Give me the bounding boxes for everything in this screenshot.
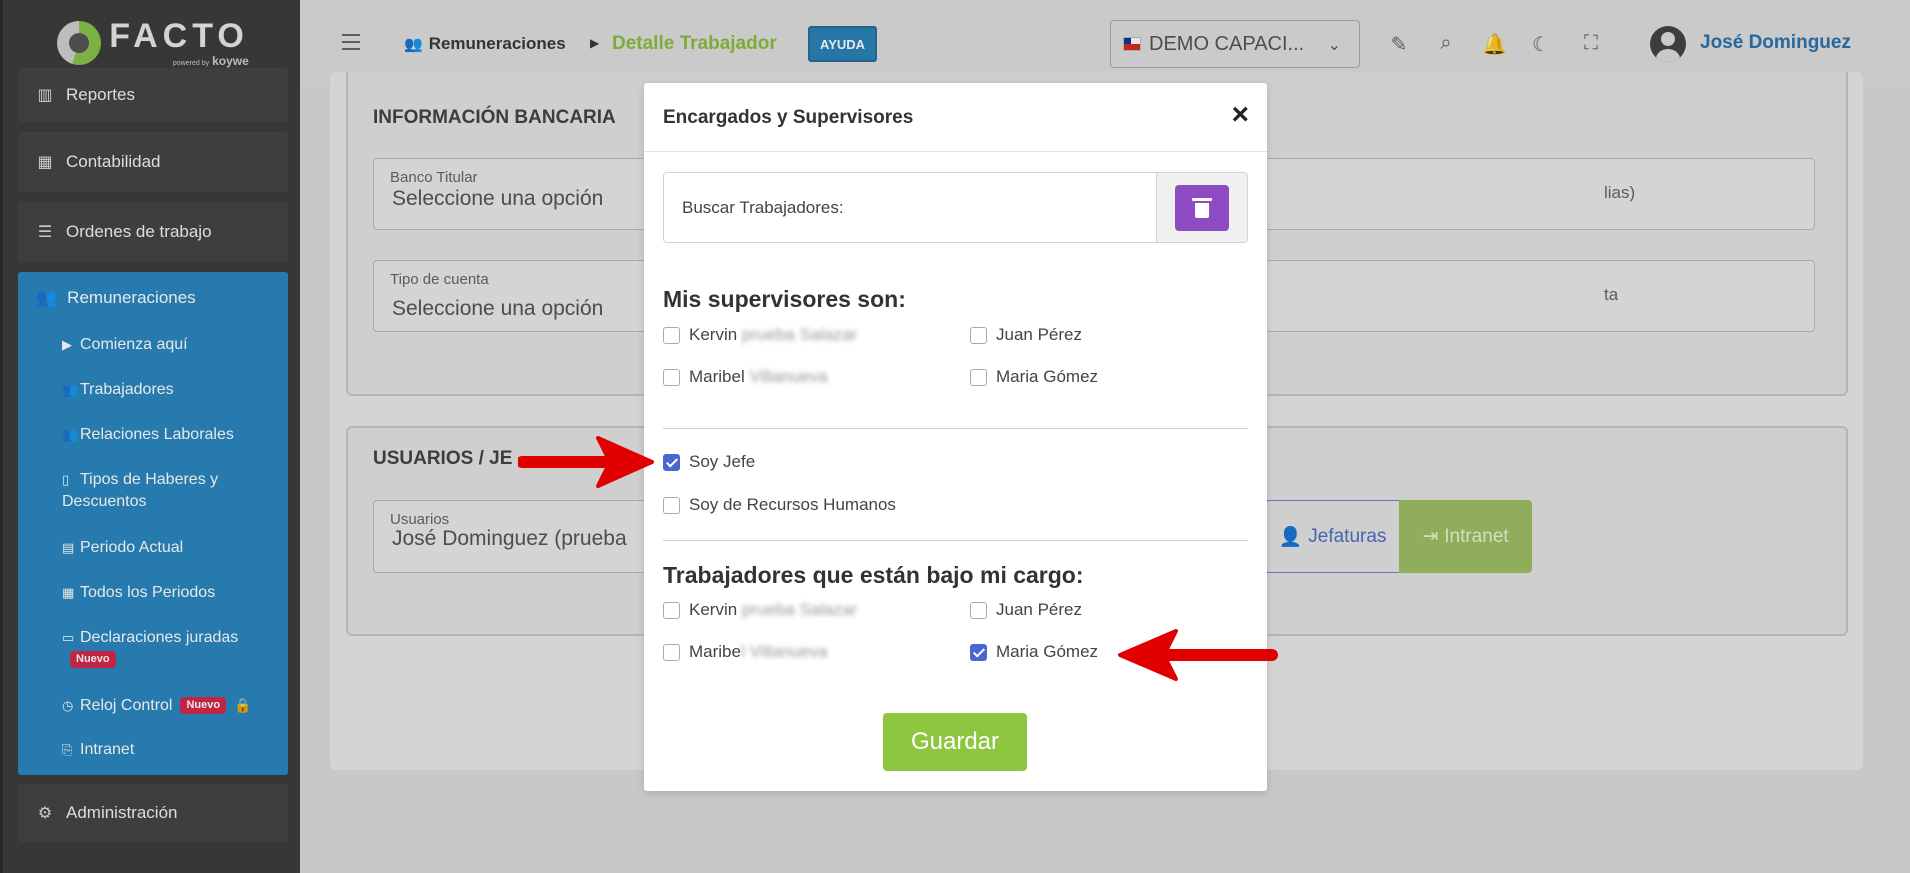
divider bbox=[663, 428, 1248, 429]
close-icon[interactable]: × bbox=[1231, 100, 1249, 130]
checkbox[interactable] bbox=[663, 368, 680, 386]
role-boss-option[interactable]: Soy Jefe bbox=[663, 452, 755, 472]
clear-search-button[interactable] bbox=[1175, 185, 1229, 231]
role-hr-option[interactable]: Soy de Recursos Humanos bbox=[663, 495, 896, 515]
divider bbox=[663, 540, 1248, 541]
checkbox[interactable] bbox=[970, 601, 987, 619]
supervisor-option[interactable]: Kervin prueba Salazar bbox=[663, 325, 857, 345]
annotation-arrow-left bbox=[1118, 629, 1278, 681]
checkbox[interactable] bbox=[970, 326, 987, 344]
subordinate-option[interactable]: Kervin prueba Salazar bbox=[663, 600, 857, 620]
checkbox[interactable] bbox=[663, 601, 680, 619]
subordinate-option[interactable]: Maribe l Villanueva bbox=[663, 642, 828, 662]
checkbox[interactable] bbox=[970, 368, 987, 386]
search-workers-input[interactable]: Buscar Trabajadores: bbox=[682, 198, 844, 218]
save-button[interactable]: Guardar bbox=[883, 713, 1027, 771]
supervisor-option[interactable]: Maribel Villanueva bbox=[663, 367, 828, 387]
annotation-arrow-right bbox=[518, 436, 654, 488]
checkbox[interactable] bbox=[663, 326, 680, 344]
supervisor-option[interactable]: Maria Gómez bbox=[970, 367, 1098, 387]
trash-icon bbox=[1192, 198, 1212, 218]
supervisors-heading: Mis supervisores son: bbox=[663, 286, 906, 312]
checkbox[interactable] bbox=[663, 643, 680, 661]
subordinates-heading: Trabajadores que están bajo mi cargo: bbox=[663, 562, 1084, 588]
search-workers-group: Buscar Trabajadores: bbox=[663, 172, 1248, 243]
modal-title: Encargados y Supervisores bbox=[663, 107, 914, 128]
checkbox[interactable] bbox=[663, 453, 680, 471]
supervisor-option[interactable]: Juan Pérez bbox=[970, 325, 1082, 345]
modal-header: Encargados y Supervisores × bbox=[644, 83, 1267, 152]
checkbox[interactable] bbox=[970, 643, 987, 661]
subordinate-option[interactable]: Maria Gómez bbox=[970, 642, 1098, 662]
subordinate-option[interactable]: Juan Pérez bbox=[970, 600, 1082, 620]
checkbox[interactable] bbox=[663, 496, 680, 514]
